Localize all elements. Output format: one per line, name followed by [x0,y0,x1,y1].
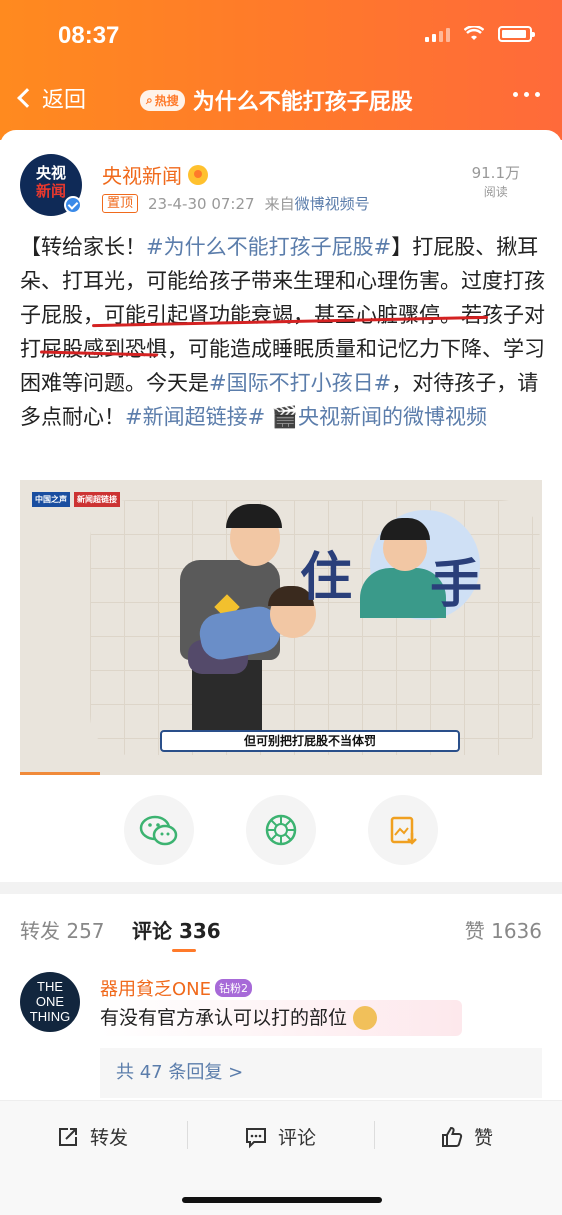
hashtag-link[interactable]: #新闻超链接# [125,405,265,429]
search-icon: ⌕ [146,92,153,107]
section-divider [0,882,562,894]
moments-icon [265,814,297,846]
doge-emoji-icon [353,1006,378,1030]
avatar-line: THING [29,1009,71,1024]
back-chevron-icon [17,88,37,108]
stop-text-left: 住 [300,548,353,608]
read-count-label: 阅读 [483,185,508,199]
comment-label: 评论 [278,1127,317,1149]
battery-icon [498,26,535,42]
logo-right: 新闻超链接 [74,492,120,507]
share-wechat-button[interactable] [124,795,194,865]
signal-icon [425,26,450,42]
replies-link[interactable]: 共 47 条回复 > [100,1048,542,1098]
comment-button[interactable]: 评论 [244,1123,316,1150]
hashtag-link[interactable]: #为什么不能打孩子屁股# [146,235,391,259]
commenter-name-row[interactable]: 器用貧乏ONE 钻粉2 [100,975,253,1001]
repost-icon [59,1127,77,1146]
share-moments-button[interactable] [246,795,316,865]
save-image-icon [390,816,417,845]
video-progress [20,772,100,775]
save-image-button[interactable] [368,795,438,865]
commenter-name: 器用貧乏ONE [100,979,212,1000]
more-menu-button[interactable] [513,92,540,97]
page-title: 为什么不能打孩子屁股 [192,90,413,115]
read-count-value: 91.1万 [471,164,520,182]
post-text-segment [265,405,272,429]
like-label: 赞 [474,1127,494,1149]
source-prefix: 来自 [264,195,295,213]
hot-badge-label: 热搜 [154,93,179,108]
video-player[interactable]: 中国之声 新闻超链接 住 手 但可别把打屁股不当体罚 [20,480,542,775]
avatar-line: ONE [35,994,65,1009]
post-date: 23-4-30 07:27 [148,194,255,213]
tab-active-indicator [172,949,196,952]
fan-badge: 钻粉2 [215,979,253,997]
pinned-badge: 置顶 [102,194,139,213]
repost-button[interactable]: 转发 [56,1123,128,1150]
nav-bar: 返回 ⌕ 热搜 为什么不能打孩子屁股 [0,80,562,120]
author-name: 央视新闻 [102,164,182,188]
thumbs-up-icon [442,1126,463,1147]
repost-label: 转发 [90,1127,129,1149]
source-link[interactable]: 微博视频号 [295,195,370,213]
avatar-text-top: 央视 [35,164,66,182]
hot-search-badge: ⌕ 热搜 [140,89,185,111]
commenter-avatar[interactable]: THE ONE THING [20,972,80,1032]
video-logo: 中国之声 新闻超链接 [32,492,120,507]
comment-icon [246,1127,266,1148]
medal-icon [188,164,208,185]
status-icons [425,26,535,42]
wifi-icon [464,26,484,40]
hashtag-link[interactable]: #国际不打小孩日# [209,371,391,395]
separator [187,1121,188,1149]
verified-icon [64,196,82,214]
author-name-row[interactable]: 央视新闻 [102,160,208,189]
comment-text-row: 有没有官方承认可以打的部位 [100,1000,462,1036]
stop-text-right: 手 [430,555,483,615]
bottom-action-bar: 转发 评论 赞 [0,1100,562,1215]
share-row [0,795,562,865]
header: 08:37 返回 ⌕ 热搜 为什么不能打孩子屁股 [0,0,562,140]
nav-title-group: ⌕ 热搜 为什么不能打孩子屁股 [140,84,413,116]
back-label: 返回 [42,88,87,113]
like-button[interactable]: 赞 [440,1123,493,1150]
dot-icon [535,92,540,97]
dot-icon [513,92,518,97]
hashtag-link[interactable]: 🎬央视新闻的微博视频 [272,405,487,429]
video-caption: 但可别把打屁股不当体罚 [160,730,460,752]
tab-comment[interactable]: 评论 336 [132,915,221,944]
wechat-icon [139,815,178,846]
logo-left: 中国之声 [32,492,70,507]
post-text: 【转给家长！#为什么不能打孩子屁股#】打屁股、揪耳朵、打耳光，可能给孩子带来生理… [20,230,545,434]
comment-text: 有没有官方承认可以打的部位 [100,1007,348,1029]
home-indicator [182,1197,382,1203]
tab-like[interactable]: 赞 1636 [465,915,542,944]
back-button[interactable]: 返回 [14,82,86,114]
avatar-line: THE [37,979,63,994]
read-count: 91.1万 阅读 [472,162,520,200]
post-card: 央视 新闻 央视新闻 置顶 23-4-30 07:27 来自微博视频号 91.1… [0,130,562,1215]
tab-repost[interactable]: 转发 257 [20,915,105,944]
post-meta: 置顶 23-4-30 07:27 来自微博视频号 [102,193,370,214]
separator [374,1121,375,1149]
status-time: 08:37 [58,22,120,49]
post-text-segment: 【转给家长！ [20,235,146,259]
dot-icon [524,92,529,97]
